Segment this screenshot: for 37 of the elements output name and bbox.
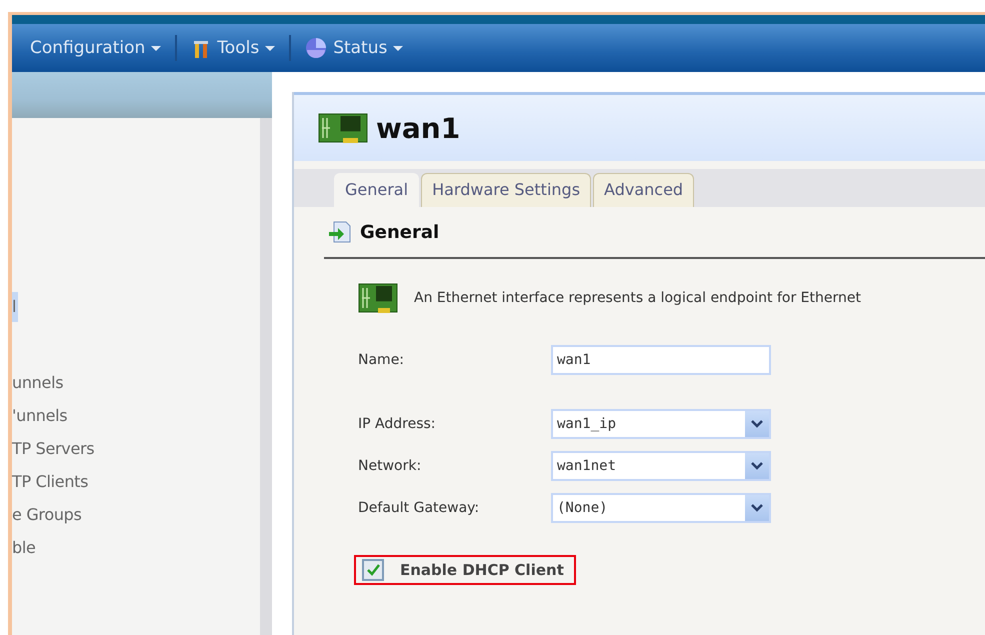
sidebar-item[interactable]: 'unnels	[12, 399, 68, 432]
enter-icon	[328, 220, 352, 244]
caret-icon	[393, 46, 404, 50]
dropdown[interactable]: wan1_ip	[551, 409, 771, 439]
sidebar-item[interactable]: ble	[12, 531, 36, 564]
caret-icon	[265, 46, 276, 50]
tab[interactable]: Hardware Settings	[421, 173, 592, 207]
sidebar-item[interactable]: TP Servers	[12, 432, 94, 465]
panel-title: wan1	[376, 112, 460, 144]
menu-item[interactable]: Configuration	[20, 38, 172, 58]
sidebar-item[interactable]: TP Clients	[12, 465, 88, 498]
field-label: Network:	[358, 458, 422, 474]
field-label: Name:	[358, 352, 406, 368]
network-card-icon	[358, 281, 398, 315]
sidebar-item[interactable]: e Groups	[12, 498, 82, 531]
pie-chart-icon	[305, 37, 328, 59]
chevron-down-icon	[751, 420, 763, 428]
caret-icon	[151, 46, 162, 50]
checkbox[interactable]	[362, 559, 384, 581]
tab[interactable]: Advanced	[593, 173, 694, 207]
field-label: Default Gateway:	[358, 500, 480, 516]
sidebar-item[interactable]: unnels	[12, 366, 64, 399]
field-label: IP Address:	[358, 416, 436, 432]
sidebar-item[interactable]: l	[12, 292, 18, 322]
network-card-icon	[318, 111, 368, 145]
chevron-down-icon	[751, 504, 763, 512]
dropdown[interactable]: wan1net	[551, 451, 771, 481]
tab[interactable]: General	[334, 173, 420, 207]
menu-item[interactable]: Status	[295, 37, 414, 59]
text-field[interactable]: wan1	[551, 345, 771, 375]
menu-item[interactable]: Tools	[181, 38, 286, 58]
check-icon	[366, 564, 380, 576]
chevron-down-icon	[751, 462, 763, 470]
dropdown[interactable]: (None)	[551, 493, 771, 523]
checkbox-label: Enable DHCP Client	[400, 561, 564, 579]
description: An Ethernet interface represents a logical endpoint for Ethernet	[414, 290, 861, 306]
section-title: General	[360, 222, 440, 242]
